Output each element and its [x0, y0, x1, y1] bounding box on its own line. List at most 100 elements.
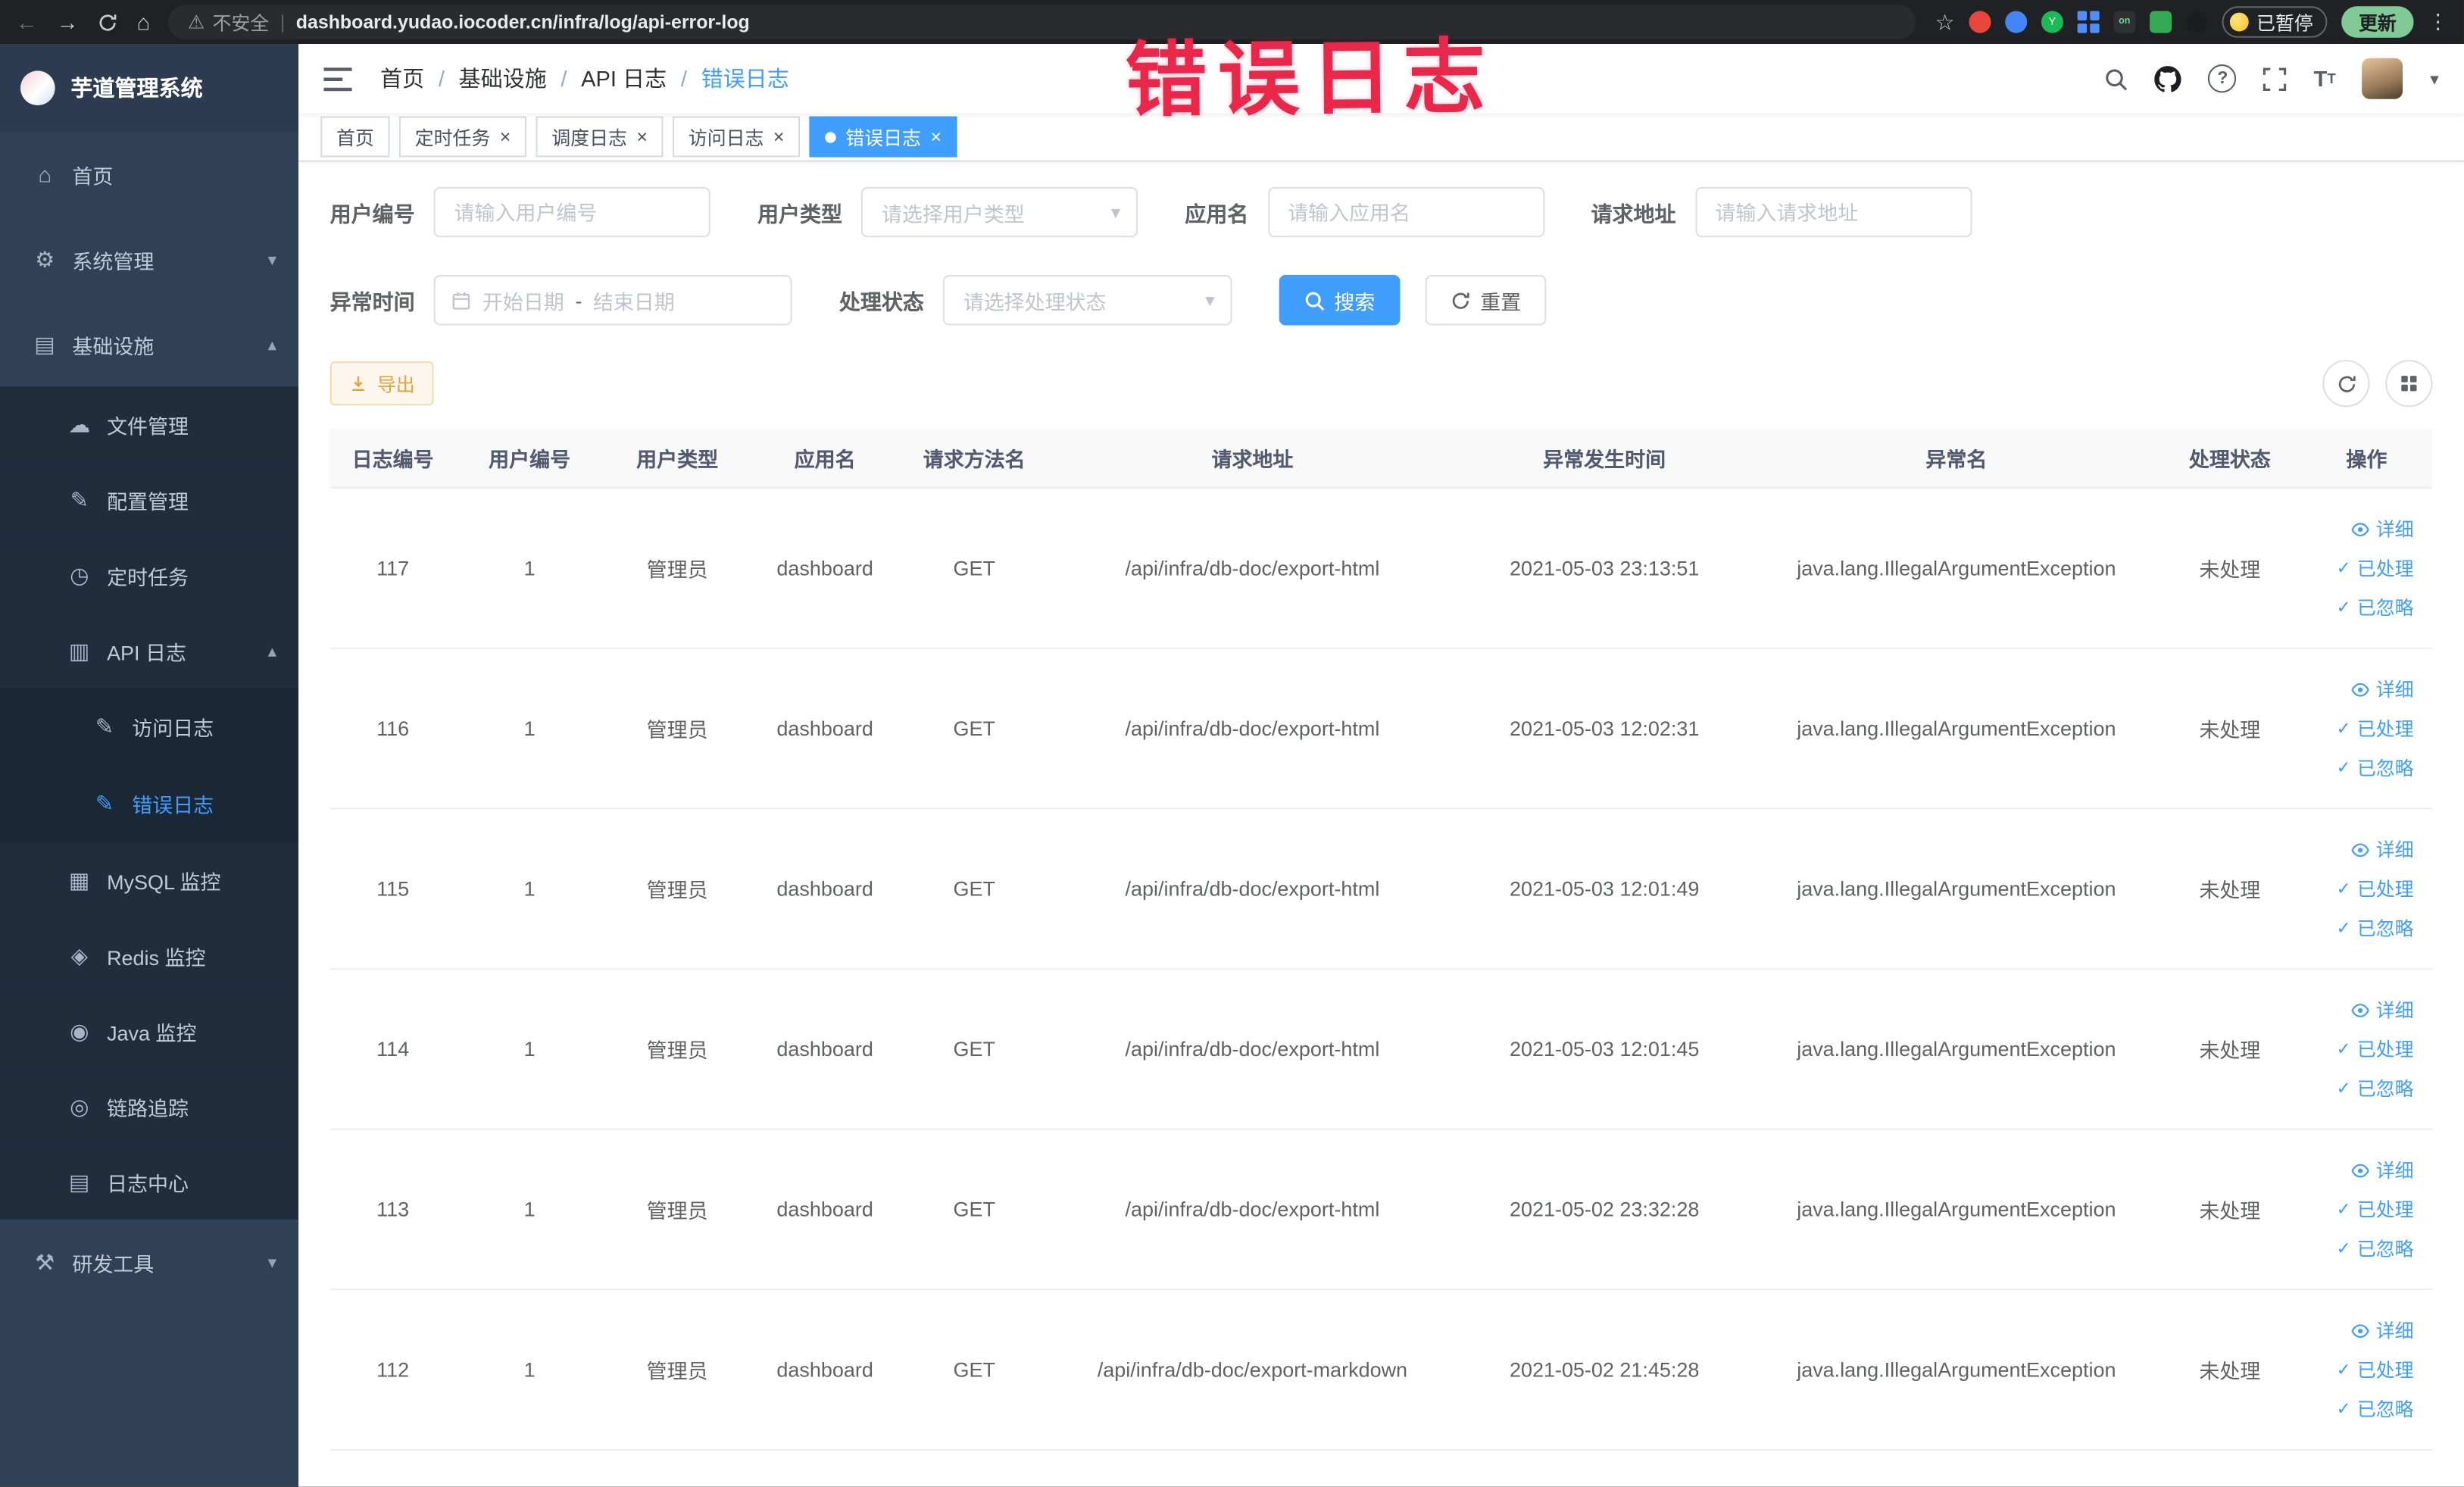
refresh-button[interactable]: [2322, 360, 2370, 408]
close-icon[interactable]: ×: [500, 127, 511, 146]
extension-icon[interactable]: [2077, 11, 2100, 33]
table-row: 112 1 管理员 dashboard GET /api/infra/db-do…: [329, 1290, 2433, 1451]
sidebar-item-mysql-monitor[interactable]: ▦ MySQL 监控: [0, 842, 299, 918]
sidebar-item-error-log[interactable]: ✎ 错误日志: [0, 765, 299, 842]
breadcrumb-api-log[interactable]: API 日志: [581, 63, 667, 94]
top-navbar: 首页 / 基础设施 / API 日志 / 错误日志 ? T T ▾: [298, 44, 2464, 114]
sidebar-item-config-management[interactable]: ✎ 配置管理: [0, 461, 299, 538]
detail-link[interactable]: 详细: [2351, 1157, 2414, 1183]
breadcrumb-home[interactable]: 首页: [380, 63, 424, 94]
sidebar-item-infrastructure[interactable]: ▤ 基础设施 ▴: [0, 301, 298, 386]
reload-button[interactable]: [98, 12, 118, 33]
mark-processed-link[interactable]: ✓ 已处理: [2336, 876, 2413, 902]
mark-ignored-link[interactable]: ✓ 已忽略: [2336, 594, 2413, 620]
user-id-input[interactable]: [433, 186, 710, 238]
user-avatar[interactable]: [2363, 58, 2404, 99]
mark-ignored-link[interactable]: ✓ 已忽略: [2336, 1236, 2413, 1262]
url-text: dashboard.yudao.iocoder.cn/infra/log/api…: [295, 11, 750, 33]
refresh-icon: [1452, 292, 1469, 308]
security-status[interactable]: ⚠ 不安全: [188, 8, 269, 35]
mark-processed-link[interactable]: ✓ 已处理: [2336, 1356, 2413, 1382]
extension-icon[interactable]: on: [2113, 11, 2136, 33]
grid-icon: [2401, 376, 2417, 392]
tab-schedule-log[interactable]: 调度日志 ×: [536, 116, 664, 158]
sidebar-item-dev-tools[interactable]: ⚒ 研发工具 ▾: [0, 1220, 298, 1304]
sidebar-item-file-management[interactable]: ☁ 文件管理: [0, 386, 299, 462]
detail-link[interactable]: 详细: [2351, 676, 2414, 702]
sidebar-item-home[interactable]: ⌂ 首页: [0, 132, 298, 217]
tab-error-log[interactable]: 错误日志 ×: [809, 116, 957, 158]
detail-link[interactable]: 详细: [2351, 515, 2414, 542]
user-type-select[interactable]: 请选择用户类型 ▾: [860, 186, 1138, 238]
hamburger-menu-icon[interactable]: [323, 67, 352, 91]
back-button[interactable]: ←: [16, 11, 38, 33]
mark-ignored-link[interactable]: ✓ 已忽略: [2336, 1075, 2413, 1101]
sidebar-item-scheduled-tasks[interactable]: ◷ 定时任务: [0, 537, 299, 614]
column-settings-button[interactable]: [2385, 360, 2433, 408]
sidebar-item-java-monitor[interactable]: ◉ Java 监控: [0, 993, 299, 1069]
export-button[interactable]: 导出: [329, 361, 434, 406]
mark-ignored-link[interactable]: ✓ 已忽略: [2336, 754, 2413, 781]
search-button[interactable]: 搜索: [1279, 275, 1401, 326]
exception-time-range-picker[interactable]: 开始日期 - 结束日期: [433, 275, 792, 326]
home-button[interactable]: ⌂: [136, 11, 150, 33]
process-status-select[interactable]: 请选择处理状态 ▾: [942, 275, 1232, 326]
page-content: 用户编号 用户类型 请选择用户类型 ▾ 应用名: [298, 161, 2464, 1487]
fullscreen-icon[interactable]: [2263, 67, 2287, 90]
browser-menu-icon[interactable]: ⋮: [2428, 9, 2448, 34]
sidebar-item-api-log[interactable]: ▥ API 日志 ▴: [0, 613, 299, 689]
extension-icon[interactable]: [2005, 11, 2028, 33]
sidebar-item-redis-monitor[interactable]: ◈ Redis 监控: [0, 917, 299, 994]
mark-ignored-link[interactable]: ✓ 已忽略: [2336, 914, 2413, 941]
error-log-icon: ✎: [95, 790, 114, 816]
sidebar-item-system-management[interactable]: ⚙ 系统管理 ▾: [0, 217, 298, 301]
emoji-face-icon: [2229, 12, 2249, 32]
end-date-placeholder: 结束日期: [592, 289, 675, 314]
tab-scheduled-tasks[interactable]: 定时任务 ×: [398, 116, 527, 158]
close-icon[interactable]: ×: [773, 127, 785, 146]
app-logo[interactable]: 芋道管理系统: [0, 44, 299, 133]
app-root: 芋道管理系统 ⌂ 首页 ⚙ 系统管理 ▾ ▤ 基础设施 ▴ ☁ 文件管理 ✎ 配…: [0, 44, 2464, 1487]
help-icon[interactable]: ?: [2208, 64, 2237, 93]
check-icon: ✓: [2336, 1040, 2351, 1060]
mark-processed-link[interactable]: ✓ 已处理: [2336, 555, 2413, 581]
extension-icon[interactable]: [2185, 11, 2208, 33]
check-icon: ✓: [2336, 1400, 2351, 1420]
main-area: 首页 / 基础设施 / API 日志 / 错误日志 ? T T ▾ 首页 定时任…: [298, 44, 2464, 1487]
paused-extension-chip[interactable]: 已暂停: [2222, 6, 2328, 38]
detail-link[interactable]: 详细: [2351, 836, 2414, 863]
app-name-label: 应用名: [1185, 202, 1249, 226]
github-icon[interactable]: [2155, 65, 2182, 92]
sidebar-item-access-log[interactable]: ✎ 访问日志: [0, 688, 299, 766]
request-url-input[interactable]: [1694, 186, 1972, 238]
detail-link[interactable]: 详细: [2351, 1317, 2414, 1344]
close-icon[interactable]: ×: [930, 127, 942, 146]
app-name-input[interactable]: [1267, 186, 1544, 238]
reset-button[interactable]: 重置: [1425, 275, 1547, 326]
avatar-dropdown-caret-icon[interactable]: ▾: [2430, 68, 2438, 89]
tab-home[interactable]: 首页: [320, 116, 390, 158]
mysql-monitor-icon: ▦: [69, 867, 90, 892]
browser-update-button[interactable]: 更新: [2341, 6, 2414, 38]
divider: |: [280, 11, 286, 33]
tab-access-log[interactable]: 访问日志 ×: [673, 116, 801, 158]
breadcrumb-infrastructure[interactable]: 基础设施: [459, 63, 547, 94]
close-icon[interactable]: ×: [636, 127, 648, 146]
sidebar-item-log-center[interactable]: ▤ 日志中心: [0, 1144, 299, 1220]
address-bar[interactable]: ⚠ 不安全 | dashboard.yudao.iocoder.cn/infra…: [168, 5, 1916, 39]
search-icon[interactable]: [2105, 67, 2128, 90]
mark-ignored-link[interactable]: ✓ 已忽略: [2336, 1395, 2413, 1422]
mark-processed-link[interactable]: ✓ 已处理: [2336, 1196, 2413, 1223]
mark-processed-link[interactable]: ✓ 已处理: [2336, 715, 2413, 742]
log-center-icon: ▤: [69, 1168, 90, 1194]
eye-icon: [2351, 1163, 2369, 1177]
mark-processed-link[interactable]: ✓ 已处理: [2336, 1036, 2413, 1062]
extension-icon[interactable]: [2149, 11, 2172, 33]
extension-icon[interactable]: [1969, 11, 1991, 33]
extension-icon[interactable]: Y: [2041, 11, 2063, 33]
font-size-icon[interactable]: TT: [2314, 66, 2336, 91]
forward-button[interactable]: →: [57, 11, 79, 33]
sidebar-item-trace[interactable]: ◎ 链路追踪: [0, 1068, 299, 1145]
detail-link[interactable]: 详细: [2351, 996, 2414, 1023]
bookmark-star-icon[interactable]: ☆: [1935, 11, 1955, 33]
